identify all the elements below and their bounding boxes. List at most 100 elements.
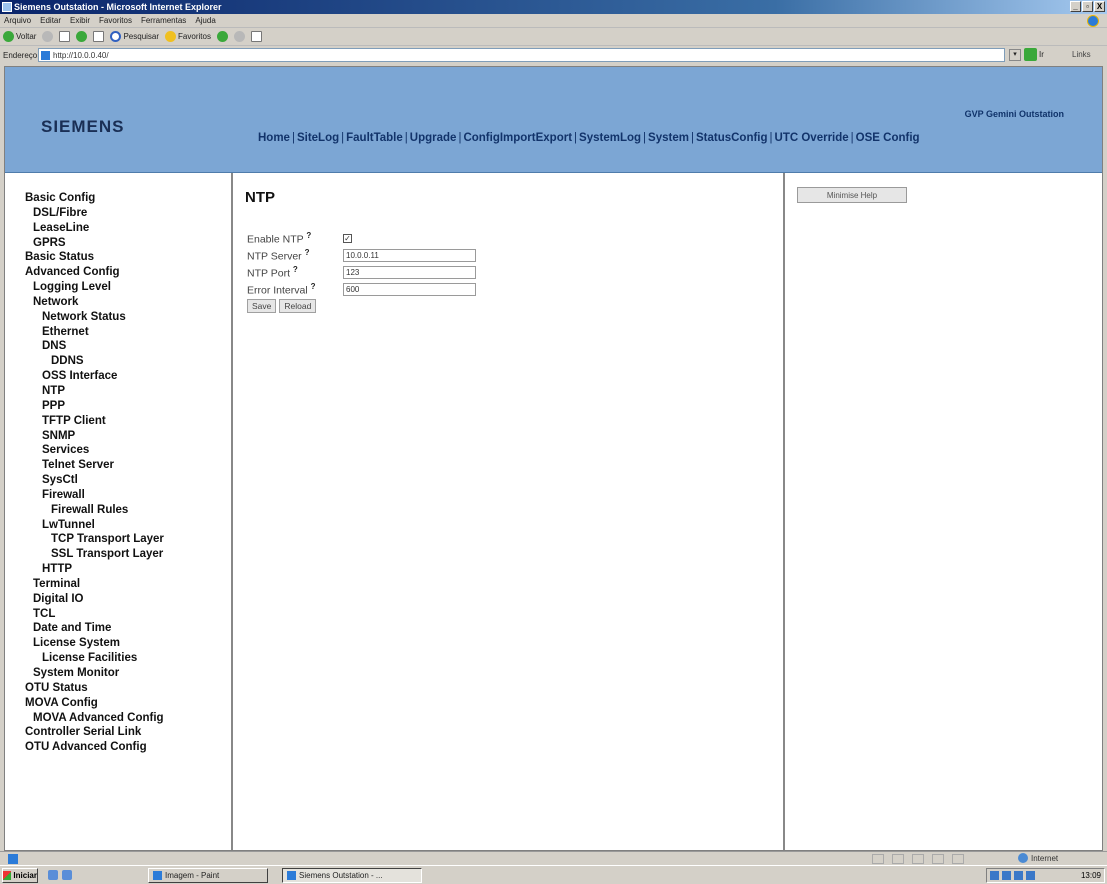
sidebar-item-services[interactable]: Services [25, 443, 231, 458]
sidebar-item-ssl-transport-layer[interactable]: SSL Transport Layer [25, 547, 231, 562]
search-button[interactable]: Pesquisar [110, 31, 159, 42]
sidebar-item-gprs[interactable]: GPRS [25, 236, 231, 251]
home-icon[interactable] [93, 31, 105, 42]
sidebar-item-otu-advanced-config[interactable]: OTU Advanced Config [25, 740, 231, 755]
nav-sitelog[interactable]: SiteLog [297, 132, 339, 144]
sidebar-item-lwtunnel[interactable]: LwTunnel [25, 518, 231, 533]
taskbar-item-browser[interactable]: Siemens Outstation - ... [282, 868, 422, 883]
help-marker[interactable]: ? [306, 231, 311, 240]
menu-help[interactable]: Ajuda [195, 16, 215, 25]
taskbar-item-paint[interactable]: Imagem - Paint [148, 868, 268, 883]
sidebar-item-tcp-transport-layer[interactable]: TCP Transport Layer [25, 532, 231, 547]
nav-home[interactable]: Home [258, 132, 290, 144]
history-icon[interactable] [216, 31, 228, 42]
menu-view[interactable]: Exibir [70, 16, 90, 25]
address-dropdown-icon[interactable]: ▾ [1009, 49, 1021, 61]
forward-arrow-icon[interactable] [42, 31, 54, 42]
sidebar-item-otu-status[interactable]: OTU Status [25, 681, 231, 696]
sidebar-item-network-status[interactable]: Network Status [25, 310, 231, 325]
maximize-button[interactable]: ▫ [1082, 1, 1093, 12]
menu-bar: Arquivo Editar Exibir Favoritos Ferramen… [0, 14, 1107, 28]
sidebar-item-oss-interface[interactable]: OSS Interface [25, 369, 231, 384]
sidebar-item-telnet-server[interactable]: Telnet Server [25, 458, 231, 473]
ntp-port-label: NTP Port [247, 267, 290, 280]
desktop-quicklaunch-icon[interactable] [62, 870, 72, 880]
sidebar-item-ddns[interactable]: DDNS [25, 354, 231, 369]
sidebar-item-terminal[interactable]: Terminal [25, 577, 231, 592]
refresh-icon[interactable] [76, 31, 88, 42]
sidebar-item-mova-config[interactable]: MOVA Config [25, 696, 231, 711]
start-label: Iniciar [13, 871, 37, 880]
error-interval-label: Error Interval [247, 284, 308, 297]
links-button[interactable]: Links [1072, 50, 1091, 59]
sidebar-item-firewall-rules[interactable]: Firewall Rules [25, 503, 231, 518]
nav-system[interactable]: System [648, 132, 689, 144]
nav-faulttable[interactable]: FaultTable [346, 132, 403, 144]
sidebar-item-http[interactable]: HTTP [25, 562, 231, 577]
sidebar-item-basic-config[interactable]: Basic Config [25, 191, 231, 206]
help-marker[interactable]: ? [305, 248, 310, 257]
tray-icon[interactable] [1026, 871, 1035, 880]
sidebar-item-tcl[interactable]: TCL [25, 607, 231, 622]
print-icon[interactable] [250, 31, 262, 42]
ntp-server-input[interactable] [343, 249, 476, 262]
menu-tools[interactable]: Ferramentas [141, 16, 186, 25]
menu-favorites[interactable]: Favoritos [99, 16, 132, 25]
tray-icon[interactable] [990, 871, 999, 880]
go-button[interactable]: Ir [1024, 48, 1044, 61]
favorites-button[interactable]: Favoritos [165, 31, 211, 42]
back-button[interactable]: Voltar [3, 31, 36, 42]
sidebar-item-controller-serial-link[interactable]: Controller Serial Link [25, 725, 231, 740]
ie-quicklaunch-icon[interactable] [48, 870, 58, 880]
save-button[interactable]: Save [247, 299, 277, 313]
sidebar-item-network[interactable]: Network [25, 295, 231, 310]
nav-utc-override[interactable]: UTC Override [775, 132, 849, 144]
sidebar-item-date-and-time[interactable]: Date and Time [25, 621, 231, 636]
sidebar-item-license-facilities[interactable]: License Facilities [25, 651, 231, 666]
enable-ntp-checkbox[interactable]: ✓ [343, 234, 352, 243]
minimize-button[interactable]: _ [1070, 1, 1081, 12]
tray-icon[interactable] [1014, 871, 1023, 880]
sidebar-item-dsl-fibre[interactable]: DSL/Fibre [25, 206, 231, 221]
security-zone: Internet [1018, 853, 1058, 863]
sidebar-item-sysctl[interactable]: SysCtl [25, 473, 231, 488]
start-button[interactable]: Iniciar [2, 868, 38, 883]
sidebar-item-advanced-config[interactable]: Advanced Config [25, 265, 231, 280]
sidebar-item-leaseline[interactable]: LeaseLine [25, 221, 231, 236]
sidebar-item-firewall[interactable]: Firewall [25, 488, 231, 503]
sidebar-item-mova-advanced-config[interactable]: MOVA Advanced Config [25, 711, 231, 726]
sidebar-item-logging-level[interactable]: Logging Level [25, 280, 231, 295]
sidebar-item-ntp[interactable]: NTP [25, 384, 231, 399]
nav-statusconfig[interactable]: StatusConfig [696, 132, 768, 144]
browser-viewport: SIEMENS GVP Gemini Outstation Home | SiteL… [4, 66, 1103, 851]
nav-ose-config[interactable]: OSE Config [856, 132, 920, 144]
stop-icon[interactable] [59, 31, 71, 42]
help-marker[interactable]: ? [293, 265, 298, 274]
error-interval-input[interactable] [343, 283, 476, 296]
close-button[interactable]: X [1094, 1, 1105, 12]
sidebar-item-system-monitor[interactable]: System Monitor [25, 666, 231, 681]
sidebar-item-ppp[interactable]: PPP [25, 399, 231, 414]
sidebar-item-ethernet[interactable]: Ethernet [25, 325, 231, 340]
sidebar-item-dns[interactable]: DNS [25, 339, 231, 354]
sidebar-item-digital-io[interactable]: Digital IO [25, 592, 231, 607]
sidebar-item-basic-status[interactable]: Basic Status [25, 250, 231, 265]
help-marker[interactable]: ? [311, 282, 316, 291]
minimise-help-button[interactable]: Minimise Help [797, 187, 907, 203]
nav-configimportexport[interactable]: ConfigImportExport [463, 132, 572, 144]
search-label: Pesquisar [123, 32, 160, 41]
sidebar-navigation: Basic Config DSL/Fibre LeaseLine GPRS Basic … [5, 173, 233, 850]
tray-icon[interactable] [1002, 871, 1011, 880]
nav-upgrade[interactable]: Upgrade [410, 132, 457, 144]
help-panel: Minimise Help [787, 173, 1102, 850]
sidebar-item-license-system[interactable]: License System [25, 636, 231, 651]
sidebar-item-tftp-client[interactable]: TFTP Client [25, 414, 231, 429]
sidebar-item-snmp[interactable]: SNMP [25, 429, 231, 444]
nav-systemlog[interactable]: SystemLog [579, 132, 641, 144]
address-input[interactable]: http://10.0.0.40/ [38, 48, 1005, 62]
reload-button[interactable]: Reload [279, 299, 317, 313]
mail-icon[interactable] [233, 31, 245, 42]
ntp-port-input[interactable] [343, 266, 476, 279]
menu-file[interactable]: Arquivo [4, 16, 31, 25]
menu-edit[interactable]: Editar [40, 16, 61, 25]
